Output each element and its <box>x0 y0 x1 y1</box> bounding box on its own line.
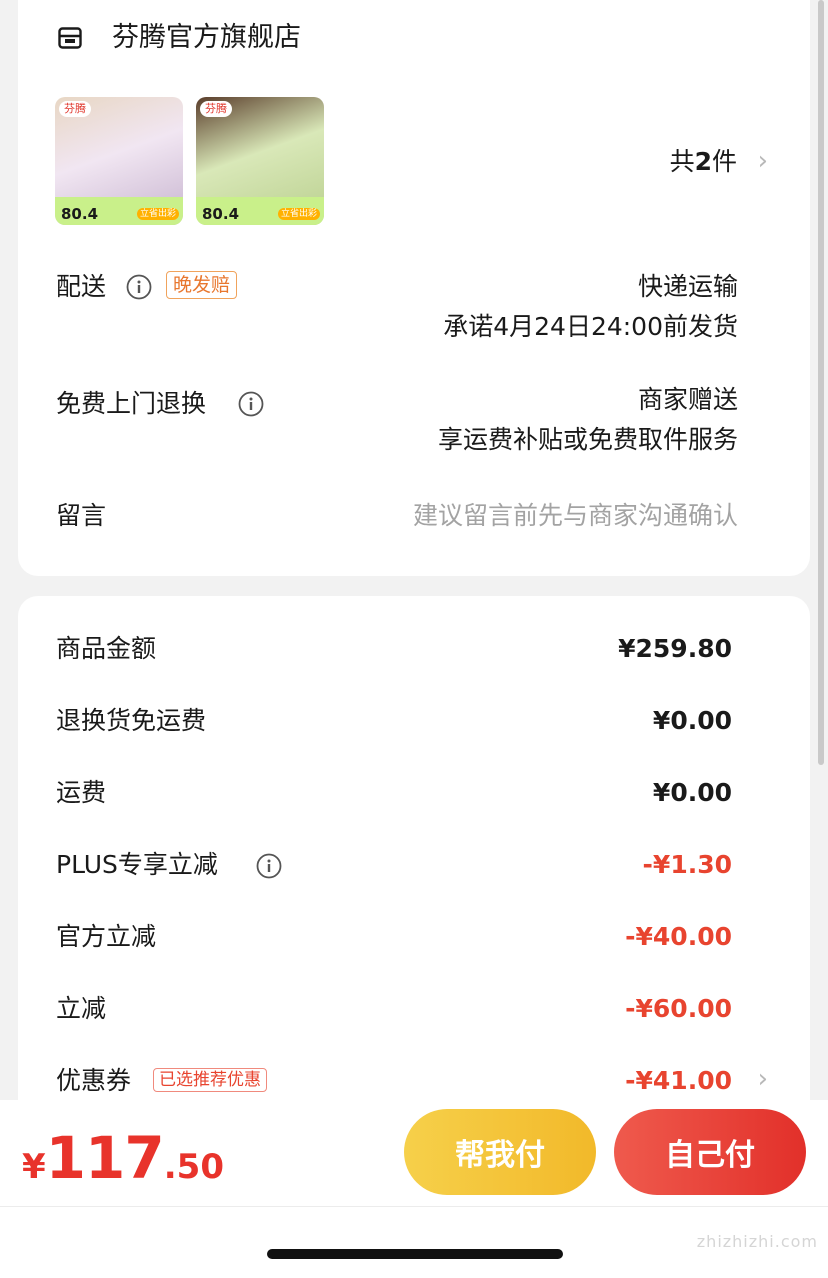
brand-tag: 芬腾 <box>59 101 91 117</box>
coupon-badge: 已选推荐优惠 <box>153 1068 267 1092</box>
price-row-value: ¥0.00 <box>652 706 732 735</box>
price-row-label: 运费 <box>56 778 107 807</box>
item-count[interactable]: 共2件 <box>670 145 737 179</box>
watermark: zhizhizhi.com <box>696 1232 818 1251</box>
thumb-price: 80.4 <box>61 205 99 223</box>
chevron-right-icon[interactable]: › <box>758 146 768 176</box>
price-row-value: ¥259.80 <box>618 634 732 663</box>
thumb-tag: 立省出彩 <box>277 208 320 220</box>
price-row-label: 商品金额 <box>56 634 157 663</box>
order-items-card: 芬腾官方旗舰店 芬腾 80.4 立省出彩 芬腾 80.4 立省出彩 共2件 › … <box>18 0 810 576</box>
product-thumbnail[interactable]: 芬腾 80.4 立省出彩 <box>196 97 324 225</box>
price-row-value: -¥60.00 <box>625 994 732 1023</box>
price-row-value: -¥1.30 <box>642 850 732 879</box>
price-detail-card: 商品金额 ¥259.80 退换货免运费 ¥0.00 运费 ¥0.00 PLUS专… <box>18 596 810 1156</box>
message-label: 留言 <box>56 501 107 530</box>
info-icon[interactable] <box>126 274 152 300</box>
coupon-value[interactable]: -¥41.00 <box>625 1064 732 1098</box>
store-icon <box>58 27 82 49</box>
chevron-right-icon[interactable]: › <box>758 1064 768 1094</box>
free-return-desc: 享运费补贴或免费取件服务 <box>437 425 738 454</box>
price-row-value: ¥0.00 <box>652 778 732 807</box>
price-row-label: 官方立减 <box>56 922 157 951</box>
coupon-label[interactable]: 优惠券 <box>56 1064 131 1098</box>
divider <box>0 1206 828 1207</box>
free-return-value: 商家赠送 <box>637 385 738 414</box>
store-name[interactable]: 芬腾官方旗舰店 <box>112 20 301 56</box>
self-pay-button[interactable]: 自己付 <box>614 1109 806 1195</box>
product-thumbnail[interactable]: 芬腾 80.4 立省出彩 <box>55 97 183 225</box>
home-indicator[interactable] <box>267 1249 563 1259</box>
brand-tag: 芬腾 <box>200 101 232 117</box>
scrollbar[interactable] <box>818 0 824 765</box>
price-row-label: PLUS专享立减 <box>56 850 218 879</box>
thumb-price: 80.4 <box>202 205 240 223</box>
help-pay-button[interactable]: 帮我付 <box>404 1109 596 1195</box>
delivery-label: 配送 <box>56 272 107 301</box>
late-compensation-badge: 晚发赔 <box>166 271 238 299</box>
price-row-label: 退换货免运费 <box>56 706 207 735</box>
info-icon[interactable] <box>238 391 264 417</box>
info-icon[interactable] <box>256 853 282 879</box>
shipping-promise: 承诺4月24日24:00前发货 <box>443 312 738 341</box>
message-input[interactable]: 建议留言前先与商家沟通确认 <box>413 499 738 533</box>
price-row-label: 立减 <box>56 994 107 1023</box>
free-return-label: 免费上门退换 <box>56 389 207 418</box>
price-row-value: -¥40.00 <box>625 922 732 951</box>
thumb-tag: 立省出彩 <box>136 208 179 220</box>
delivery-method[interactable]: 快递运输 <box>638 270 738 304</box>
total-price: ¥117.50 <box>22 1124 224 1192</box>
